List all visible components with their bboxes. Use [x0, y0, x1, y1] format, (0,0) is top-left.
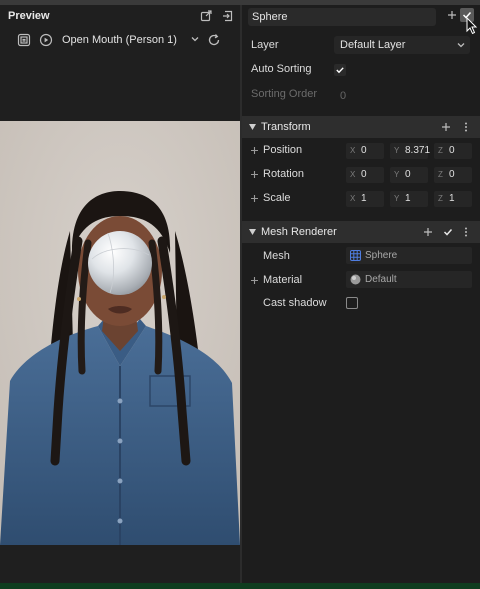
camera-preview[interactable]	[0, 121, 240, 545]
plus-icon[interactable]	[250, 194, 259, 203]
scale-y-field[interactable]: Y1	[390, 191, 428, 207]
send-to-device-icon[interactable]	[222, 10, 234, 22]
preview-title: Preview	[8, 10, 50, 22]
chevron-down-icon	[457, 43, 465, 48]
mesh-renderer-title: Mesh Renderer	[261, 226, 337, 238]
layer-dropdown[interactable]: Default Layer	[334, 36, 470, 54]
rotation-y-field[interactable]: Y0	[390, 167, 428, 183]
more-options-icon[interactable]	[460, 226, 472, 238]
transform-title: Transform	[261, 121, 311, 133]
sorting-order-value: 0	[340, 90, 347, 102]
rotation-label: Rotation	[263, 168, 304, 180]
auto-sorting-label: Auto Sorting	[251, 63, 312, 75]
material-asset-value: Default	[365, 274, 397, 285]
scale-x-field[interactable]: X1	[346, 191, 384, 207]
sphere-object	[88, 231, 152, 295]
material-asset-field[interactable]: Default	[346, 271, 472, 288]
checkmark-icon[interactable]	[442, 226, 454, 238]
more-options-icon[interactable]	[460, 121, 472, 133]
rotation-x-field[interactable]: X0	[346, 167, 384, 183]
rotation-z-field[interactable]: Z0	[434, 167, 472, 183]
mesh-asset-field[interactable]: Sphere	[346, 247, 472, 264]
mesh-asset-value: Sphere	[365, 250, 398, 261]
playback-icon[interactable]	[39, 33, 53, 47]
checkmark-icon	[336, 67, 344, 74]
scale-z-field[interactable]: Z1	[434, 191, 472, 207]
mesh-renderer-section-header[interactable]: Mesh Renderer	[242, 221, 480, 243]
layer-label: Layer	[251, 39, 279, 51]
status-strip	[0, 583, 480, 589]
position-y-field[interactable]: Y 8.371	[390, 143, 430, 159]
mesh-label: Mesh	[263, 250, 290, 262]
auto-sorting-checkbox[interactable]	[334, 64, 346, 76]
preview-header: Preview	[0, 5, 240, 27]
add-icon[interactable]	[440, 121, 452, 133]
cast-shadow-label: Cast shadow	[263, 297, 327, 309]
cast-shadow-checkbox[interactable]	[346, 297, 358, 309]
simulate-device-icon[interactable]	[17, 33, 31, 47]
object-name-value: Sphere	[252, 11, 288, 23]
mouse-cursor-icon	[466, 17, 478, 35]
person-preview-image	[0, 121, 240, 545]
trigger-dropdown[interactable]: Open Mouth (Person 1)	[56, 31, 202, 49]
plus-icon[interactable]	[250, 146, 259, 155]
sorting-order-label: Sorting Order	[251, 88, 318, 100]
mesh-grid-icon	[350, 250, 361, 261]
position-label: Position	[263, 144, 303, 156]
preview-panel: Preview Open Mouth (Person 1)	[0, 5, 240, 583]
position-z-field[interactable]: Z0	[434, 143, 472, 159]
material-sphere-icon	[350, 274, 361, 285]
add-icon[interactable]	[422, 226, 434, 238]
open-external-icon[interactable]	[200, 10, 212, 22]
collapse-triangle-icon[interactable]	[249, 229, 256, 235]
chevron-down-icon	[191, 37, 199, 42]
scale-label: Scale	[263, 192, 291, 204]
position-x-field[interactable]: X0	[346, 143, 384, 159]
material-label: Material	[263, 274, 303, 286]
transform-section-header[interactable]: Transform	[242, 116, 480, 138]
inspector-panel: Sphere Layer Default Layer Auto Sorting …	[242, 5, 480, 583]
layer-dropdown-value: Default Layer	[340, 39, 406, 51]
reset-preview-icon[interactable]	[207, 33, 221, 47]
plus-icon[interactable]	[250, 170, 259, 179]
plus-icon[interactable]	[250, 276, 259, 285]
collapse-triangle-icon[interactable]	[249, 124, 256, 130]
object-name-field[interactable]: Sphere	[248, 8, 436, 26]
add-component-icon[interactable]	[446, 9, 458, 21]
preview-toolbar: Open Mouth (Person 1)	[0, 29, 240, 53]
trigger-dropdown-label: Open Mouth (Person 1)	[62, 34, 177, 46]
